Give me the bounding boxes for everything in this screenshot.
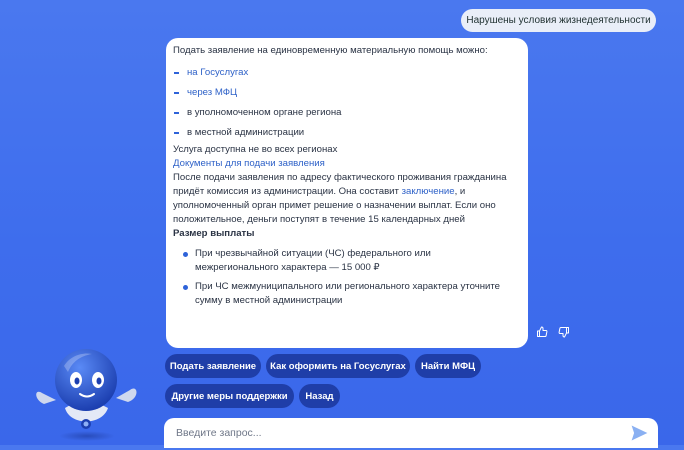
thumbs-up-icon[interactable]	[536, 325, 548, 337]
conclusion-link[interactable]: заключение	[402, 186, 455, 197]
bot-message-card: Подать заявление на единовременную матер…	[166, 38, 528, 348]
how-to-gosuslugi-button[interactable]: Как оформить на Госуслугах	[266, 354, 410, 378]
documents-link[interactable]: Документы для подачи заявления	[173, 158, 325, 169]
other-support-button[interactable]: Другие меры поддержки	[165, 384, 294, 408]
payment-list: При чрезвычайной ситуации (ЧС) федеральн…	[173, 247, 516, 308]
option-local-text: в местной администрации	[187, 127, 305, 138]
payment-item-text: При ЧС межмуниципального или регионально…	[195, 281, 500, 306]
dash-bullet-icon	[174, 132, 179, 134]
user-message-bubble: Нарушены условия жизнедеятельности	[461, 9, 656, 32]
option-region-text: в уполномоченном органе региона	[187, 107, 342, 118]
dot-bullet-icon	[183, 252, 188, 257]
user-message-text: Нарушены условия жизнедеятельности	[466, 15, 651, 26]
back-button[interactable]: Назад	[299, 384, 340, 408]
option-region: в уполномоченном органе региона	[173, 103, 516, 123]
availability-note: Услуга доступна не во всех регионах	[173, 144, 338, 155]
robot-mascot	[30, 338, 140, 445]
payment-item: При чрезвычайной ситуации (ЧС) федеральн…	[173, 247, 516, 275]
payment-item-text: При чрезвычайной ситуации (ЧС) федеральн…	[195, 248, 431, 273]
feedback-buttons	[536, 325, 570, 338]
payment-item: При ЧС межмуниципального или регионально…	[173, 280, 516, 308]
bot-intro-text: Подать заявление на единовременную матер…	[173, 45, 488, 56]
submit-application-button[interactable]: Подать заявление	[165, 354, 261, 378]
dot-bullet-icon	[183, 285, 188, 290]
payment-heading: Размер выплаты	[173, 228, 255, 239]
dash-bullet-icon	[174, 72, 179, 74]
documents-link-row: Документы для подачи заявления	[173, 157, 516, 171]
option-gosuslugi-link[interactable]: на Госуслугах	[187, 66, 248, 80]
query-input[interactable]	[174, 426, 630, 440]
thumbs-down-icon[interactable]	[558, 325, 570, 338]
find-mfc-button[interactable]: Найти МФЦ	[415, 354, 481, 378]
dash-bullet-icon	[174, 112, 179, 114]
option-mfc[interactable]: через МФЦ	[173, 83, 516, 103]
process-description: После подачи заявления по адресу фактиче…	[173, 171, 516, 227]
option-local: в местной администрации	[173, 123, 516, 143]
send-arrow-icon[interactable]	[630, 424, 648, 442]
chat-input-bar	[164, 418, 658, 448]
option-mfc-link[interactable]: через МФЦ	[187, 86, 237, 100]
option-gosuslugi[interactable]: на Госуслугах	[173, 63, 516, 83]
application-options-list: на Госуслугах через МФЦ в уполномоченном…	[173, 63, 516, 143]
dash-bullet-icon	[174, 92, 179, 94]
